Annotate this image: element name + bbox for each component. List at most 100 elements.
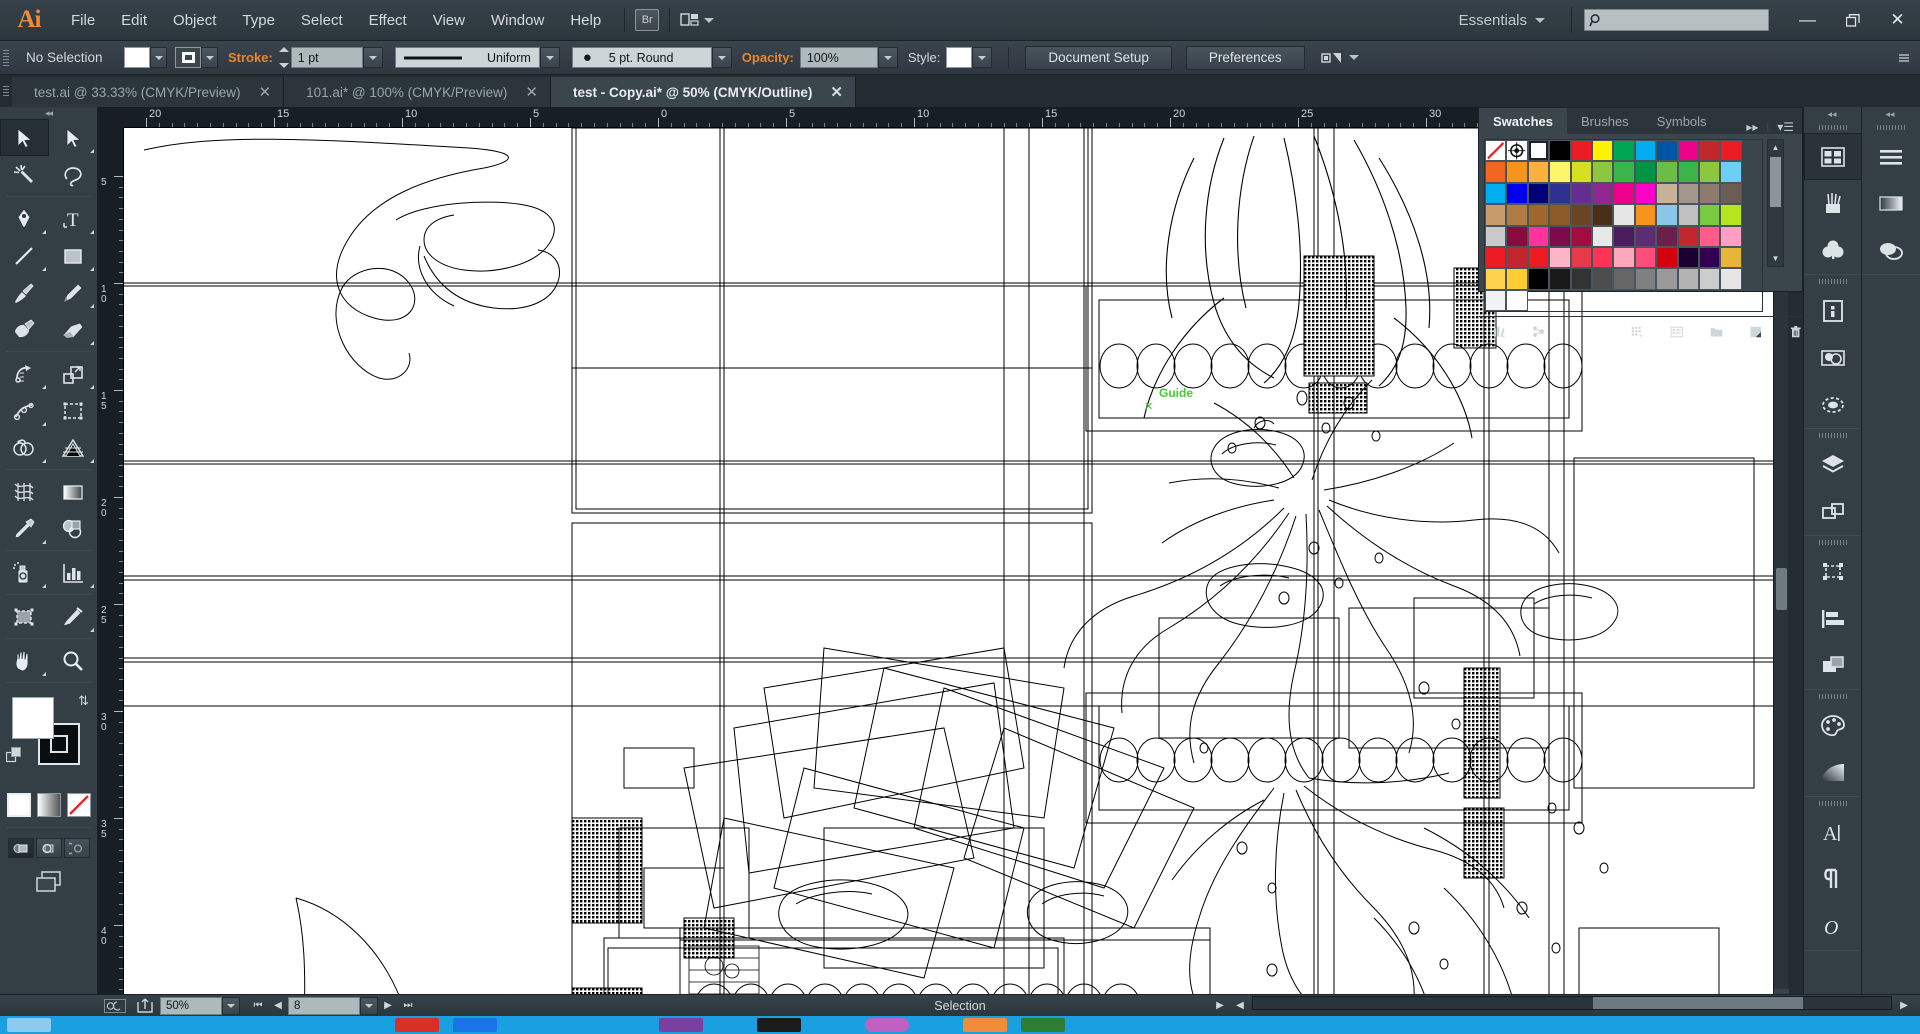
swatch-9[interactable]	[1677, 140, 1699, 162]
artboard-dropdown[interactable]	[360, 996, 378, 1015]
shape-builder-tool[interactable]	[0, 429, 49, 466]
swatch-libraries-menu-icon[interactable]	[1493, 323, 1506, 341]
swatch-46[interactable]	[1698, 204, 1721, 226]
fill-color-swatch[interactable]	[124, 47, 150, 68]
dock-group-grip[interactable]	[1804, 429, 1861, 441]
swatch-33[interactable]	[1677, 182, 1699, 205]
rectangle-tool[interactable]	[49, 237, 98, 274]
tab-close-icon[interactable]: ✕	[259, 83, 272, 101]
swatch-39[interactable]	[1549, 204, 1571, 226]
swatch-19[interactable]	[1634, 161, 1657, 183]
dock-group-grip[interactable]	[1862, 121, 1920, 133]
tool-flyout-indicator[interactable]	[41, 672, 46, 676]
swatch-44[interactable]	[1656, 204, 1678, 226]
gradient-mode-button[interactable]	[36, 793, 61, 817]
tool-flyout-indicator[interactable]	[90, 385, 94, 389]
swatch-76[interactable]	[1570, 268, 1592, 290]
eraser-tool[interactable]	[49, 311, 98, 348]
tool-flyout-indicator[interactable]	[90, 267, 94, 271]
pencil-tool[interactable]	[49, 274, 98, 311]
swatch-0[interactable]	[1485, 140, 1507, 162]
swatch-38[interactable]	[1527, 204, 1550, 226]
swatch-26[interactable]	[1527, 182, 1550, 205]
tab-swatches[interactable]: Swatches	[1479, 108, 1567, 134]
dock-button-artboards-panel-2[interactable]	[1804, 488, 1862, 535]
launch-bridge-button[interactable]: Br	[635, 9, 660, 31]
new-swatch-icon[interactable]	[1749, 323, 1762, 341]
double-chevron-right-icon[interactable]: ▸▸	[1746, 120, 1758, 134]
swatch-60[interactable]	[1485, 246, 1507, 269]
align-to-selection-button[interactable]	[1320, 50, 1359, 66]
tab-brushes[interactable]: Brushes	[1567, 108, 1643, 134]
workspace-switcher[interactable]: Essentials	[1445, 12, 1535, 29]
swatch-50[interactable]	[1527, 225, 1550, 247]
swatch-43[interactable]	[1634, 204, 1657, 226]
scrollbar-thumb[interactable]	[1770, 157, 1781, 207]
control-bar-menu[interactable]	[1896, 41, 1912, 75]
swatch-80[interactable]	[1656, 268, 1678, 290]
swatch-29[interactable]	[1591, 182, 1614, 205]
swatch-12[interactable]	[1485, 161, 1507, 183]
swatch-45[interactable]	[1677, 204, 1699, 226]
dock-button-transparency-panel[interactable]	[1862, 227, 1920, 274]
stroke-profile-dropdown[interactable]	[539, 47, 560, 68]
swatch-16[interactable]	[1570, 161, 1592, 183]
swatch-15[interactable]	[1549, 161, 1571, 183]
swatch-74[interactable]	[1527, 268, 1550, 290]
swatch-6[interactable]	[1613, 140, 1635, 162]
rotate-tool[interactable]	[0, 355, 49, 392]
tab-bar-grip[interactable]	[0, 75, 12, 107]
dock-button-symbols-panel[interactable]	[1804, 227, 1862, 274]
menu-view[interactable]: View	[420, 0, 478, 41]
swatch-58[interactable]	[1698, 225, 1721, 247]
swatch-20[interactable]	[1656, 161, 1678, 183]
paintbrush-tool[interactable]	[0, 274, 49, 311]
stroke-weight-dropdown[interactable]	[362, 47, 383, 68]
swatch-2[interactable]	[1527, 140, 1550, 162]
dock-group-grip[interactable]	[1804, 536, 1861, 548]
double-chevron-left-icon-2[interactable]: ◂◂	[1861, 107, 1919, 121]
direct-selection-tool[interactable]	[49, 119, 98, 156]
first-artboard-button[interactable]: ⏮	[248, 996, 268, 1016]
stroke-color-swatch[interactable]	[175, 47, 201, 68]
tool-flyout-indicator[interactable]	[90, 304, 94, 308]
tool-flyout-indicator[interactable]	[41, 459, 46, 463]
dock-button-artboards-panel[interactable]	[1804, 133, 1862, 180]
dock-button-stroke-panel[interactable]	[1862, 133, 1920, 180]
fill-color-dropdown[interactable]	[150, 47, 167, 68]
swatch-61[interactable]	[1506, 246, 1528, 269]
eyedropper-tool[interactable]	[0, 510, 49, 547]
mesh-tool[interactable]	[0, 473, 49, 510]
tool-flyout-indicator[interactable]	[41, 540, 46, 544]
swatch-8[interactable]	[1656, 140, 1678, 162]
menu-help[interactable]: Help	[557, 0, 614, 41]
swatch-42[interactable]	[1613, 204, 1635, 226]
hand-tool[interactable]	[0, 642, 49, 679]
swatch-83[interactable]	[1720, 268, 1742, 290]
draw-normal-button[interactable]	[7, 838, 34, 858]
preferences-button[interactable]: Preferences	[1185, 45, 1305, 70]
swatch-34[interactable]	[1698, 182, 1721, 205]
tool-flyout-indicator[interactable]	[41, 230, 46, 234]
default-fill-stroke-icon[interactable]	[5, 747, 23, 769]
lasso-tool[interactable]	[49, 156, 98, 193]
free-transform-tool[interactable]	[49, 392, 98, 429]
swatch-24[interactable]	[1485, 182, 1507, 205]
swatch-64[interactable]	[1570, 246, 1592, 269]
scale-tool[interactable]	[49, 355, 98, 392]
zoom-level-dropdown[interactable]	[222, 996, 240, 1015]
swatch-57[interactable]	[1677, 225, 1699, 247]
dock-button-layers-panel[interactable]	[1804, 441, 1862, 488]
document-setup-button[interactable]: Document Setup	[1025, 45, 1172, 70]
dock-button-flattener-preview-panel[interactable]	[1804, 381, 1862, 428]
panel-menu-icon[interactable]: ▾☰	[1777, 120, 1794, 134]
symbol-sprayer-tool[interactable]	[0, 554, 49, 591]
blend-tool[interactable]	[49, 510, 98, 547]
selection-tool[interactable]	[0, 119, 49, 156]
swatch-53[interactable]	[1591, 225, 1614, 247]
swatch-68[interactable]	[1656, 246, 1678, 269]
brush-definition-select[interactable]: ● 5 pt. Round	[571, 47, 712, 68]
control-bar-grip[interactable]	[0, 41, 12, 75]
tool-flyout-indicator[interactable]	[41, 422, 46, 426]
hscroll-right-icon[interactable]: ▶	[1894, 996, 1914, 1016]
